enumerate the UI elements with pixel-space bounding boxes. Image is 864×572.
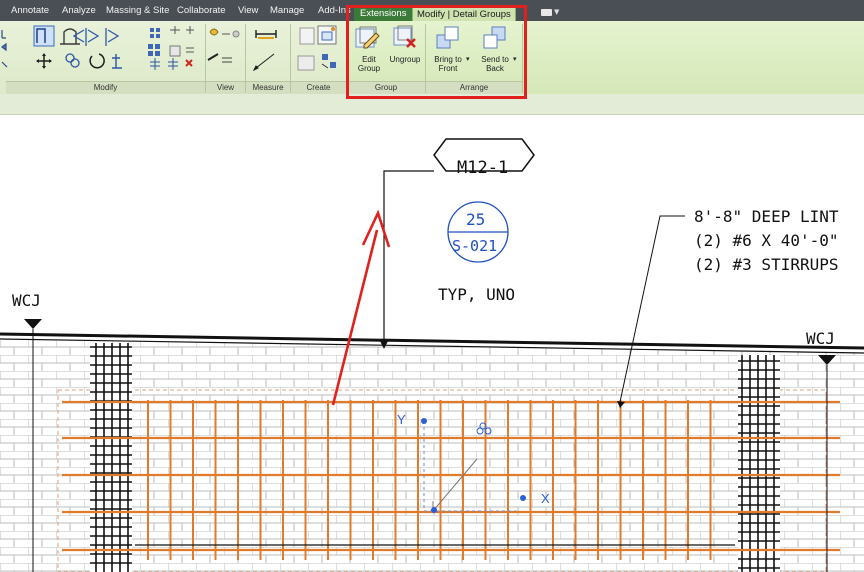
- tab-annotate[interactable]: Annotate: [11, 0, 49, 21]
- wcj-label-left: WCJ: [12, 291, 41, 310]
- drawing-canvas[interactable]: M12-1 25 S-021 TYP, UNO 8'-8" DEEP LINT …: [0, 115, 864, 572]
- tab-view[interactable]: View: [238, 0, 258, 21]
- tab-analyze[interactable]: Analyze: [62, 0, 96, 21]
- origin-grip[interactable]: [431, 507, 437, 513]
- section-number: 25: [466, 210, 486, 229]
- tab-collaborate[interactable]: Collaborate: [177, 0, 226, 21]
- panel-label-modify[interactable]: Modify: [6, 81, 205, 94]
- wcj-marker-left: [24, 319, 42, 329]
- modify-tools-icons: [1, 25, 337, 72]
- note-line-1: 8'-8" DEEP LINT: [694, 207, 839, 226]
- panel-label-create[interactable]: Create: [291, 81, 346, 94]
- typ-note: TYP, UNO: [438, 285, 516, 304]
- hatched-column-left: [90, 343, 132, 572]
- note-line-2: (2) #6 X 40'-0": [694, 231, 839, 250]
- tab-manage[interactable]: Manage: [270, 0, 304, 21]
- section-sheet: S-021: [452, 237, 498, 255]
- panel-label-measure[interactable]: Measure: [246, 81, 290, 94]
- tag-text: M12-1: [457, 158, 509, 178]
- axis-x-grip[interactable]: [520, 495, 526, 501]
- axis-x-label: X: [541, 491, 550, 506]
- tag-leader: [383, 170, 434, 347]
- chevron-down-icon[interactable]: ▼: [554, 8, 559, 16]
- detail-drawing: [0, 138, 864, 572]
- tab-massing-site[interactable]: Massing & Site: [106, 0, 169, 21]
- minimize-ribbon-icon[interactable]: [541, 9, 552, 16]
- hatched-column-right: [738, 355, 780, 572]
- wcj-label-right: WCJ: [806, 329, 835, 348]
- note-line-3: (2) #3 STIRRUPS: [694, 255, 839, 274]
- axis-y-grip[interactable]: [421, 418, 427, 424]
- panel-label-view[interactable]: View: [206, 81, 245, 94]
- highlight-box: [346, 5, 527, 99]
- axis-y-label: Y: [397, 412, 406, 427]
